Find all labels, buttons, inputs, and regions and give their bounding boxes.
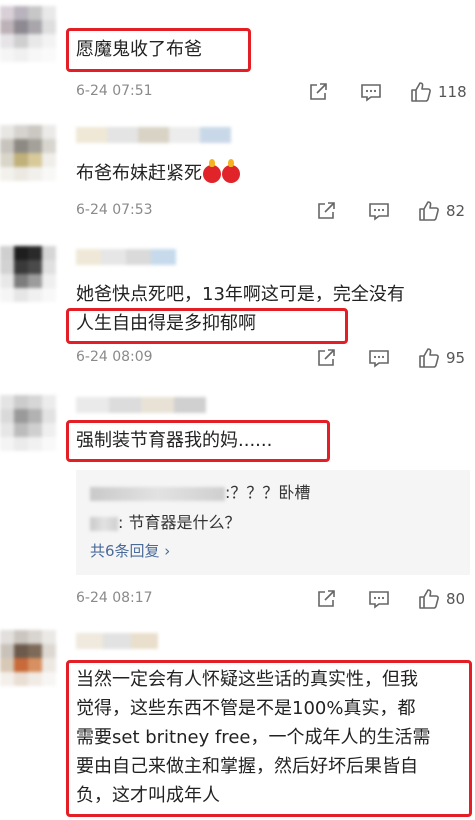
comment-text: 愿魔鬼收了布爸 <box>76 39 202 60</box>
comment-text: 布爸布妹赶紧死 <box>76 159 240 188</box>
avatar[interactable] <box>0 395 56 451</box>
comment-text-line-5: 负，这才叫成年人 <box>76 785 220 806</box>
avatar[interactable] <box>0 630 56 686</box>
comment-button[interactable] <box>368 346 390 370</box>
comment-button[interactable] <box>360 80 382 104</box>
comment-button[interactable] <box>368 199 390 223</box>
like-button[interactable]: 118 <box>410 80 467 104</box>
comment-meta: 6-24 07:51 118 <box>76 80 470 104</box>
comment-text: 强制装节育器我的妈...... <box>76 430 273 451</box>
timestamp: 6-24 08:09 <box>76 349 153 365</box>
comment-icon <box>361 84 381 102</box>
view-all-replies-link[interactable]: 共6条回复 › <box>90 540 170 561</box>
username[interactable] <box>76 249 176 265</box>
timestamp: 6-24 07:51 <box>76 83 153 99</box>
like-button[interactable]: 80 <box>418 587 465 611</box>
like-icon <box>419 348 439 368</box>
reply-text: :？？？卧槽 <box>225 483 311 502</box>
share-button[interactable] <box>316 587 336 611</box>
comment-text-line-1: 当然一定会有人怀疑这些话的真实性，但我 <box>76 669 418 690</box>
reply-item[interactable]: :？？？卧槽 <box>90 479 310 503</box>
like-icon <box>419 201 439 221</box>
share-icon <box>318 202 335 219</box>
comment-text-line-2: 觉得，这些东西不管是不是100%真实，都 <box>76 698 416 719</box>
like-count: 80 <box>446 590 466 608</box>
reply-box: :？？？卧槽 : 节育器是什么？ 共6条回复 › <box>76 470 470 575</box>
candle-icon <box>222 159 240 183</box>
share-icon <box>310 83 327 100</box>
comment-icon <box>369 591 389 609</box>
comment-text-line-1: 她爸快点死吧，13年啊这可是，完全没有 <box>76 284 405 305</box>
comment-text-line-2: 人生自由得是多抑郁啊 <box>76 313 256 334</box>
comment-button[interactable] <box>368 587 390 611</box>
username[interactable] <box>76 633 158 649</box>
like-button[interactable]: 95 <box>418 346 465 370</box>
comment-text-line-3: 需要set britney free，一个成年人的生活需 <box>76 727 431 748</box>
candle-icon <box>203 159 221 183</box>
like-icon <box>419 589 439 609</box>
share-button[interactable] <box>316 346 336 370</box>
like-icon <box>411 82 431 102</box>
share-icon <box>318 349 335 366</box>
comment-icon <box>369 203 389 221</box>
comment-meta: 6-24 08:17 80 <box>76 587 470 611</box>
comment-icon <box>369 350 389 368</box>
username[interactable] <box>76 397 206 413</box>
share-icon <box>318 590 335 607</box>
timestamp: 6-24 08:17 <box>76 590 153 606</box>
share-button[interactable] <box>308 80 328 104</box>
reply-item[interactable]: : 节育器是什么？ <box>90 509 240 533</box>
reply-username[interactable] <box>90 486 225 501</box>
comment-text-body: 布爸布妹赶紧死 <box>76 163 202 184</box>
like-count: 118 <box>438 83 467 101</box>
avatar[interactable] <box>0 6 56 62</box>
username[interactable] <box>76 127 231 143</box>
avatar[interactable] <box>0 125 56 181</box>
like-count: 82 <box>446 202 466 220</box>
comment-meta: 6-24 07:53 82 <box>76 199 470 223</box>
timestamp: 6-24 07:53 <box>76 202 153 218</box>
comment-meta: 6-24 08:09 95 <box>76 346 470 370</box>
share-button[interactable] <box>316 199 336 223</box>
reply-text: : 节育器是什么？ <box>118 513 241 532</box>
like-count: 95 <box>446 349 466 367</box>
reply-username[interactable] <box>90 516 118 531</box>
like-button[interactable]: 82 <box>418 199 465 223</box>
avatar[interactable] <box>0 246 56 302</box>
comment-text-line-4: 要由自己来做主和掌握，然后好坏后果皆自 <box>76 756 418 777</box>
